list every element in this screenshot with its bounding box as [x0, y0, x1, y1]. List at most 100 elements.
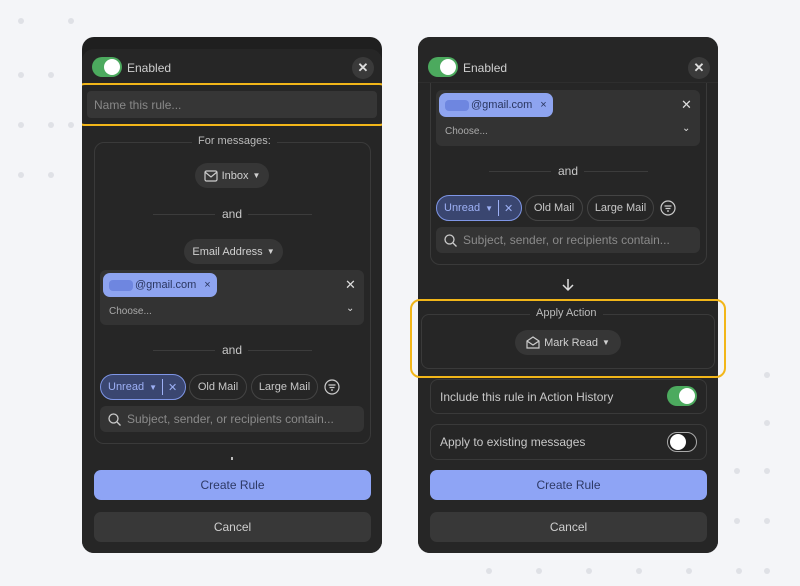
background-dot [18, 122, 24, 128]
background-dot [734, 518, 740, 524]
background-dot [764, 568, 770, 574]
background-dot [586, 568, 592, 574]
filter-label: Old Mail [197, 381, 239, 393]
field-dropdown[interactable]: Email Address ▼ [184, 239, 283, 264]
cancel-button[interactable]: Cancel [94, 512, 371, 542]
background-dot [764, 468, 770, 474]
search-placeholder: Subject, sender, or recipients contain..… [127, 412, 334, 426]
filter-icon[interactable] [660, 200, 676, 216]
filter-old-mail[interactable]: Old Mail [189, 374, 247, 400]
background-dot [536, 568, 542, 574]
apply-existing-row: Apply to existing messages [430, 424, 707, 460]
close-button[interactable]: ✕ [352, 57, 374, 79]
mailbox-label: Inbox [221, 169, 249, 182]
background-dot [18, 18, 24, 24]
email-chip: @gmail.com × [103, 273, 217, 297]
search-placeholder: Subject, sender, or recipients contain..… [463, 233, 670, 247]
background-dot [736, 568, 742, 574]
filter-unread[interactable]: Unread ▼ ✕ [100, 374, 186, 400]
background-dot [18, 172, 24, 178]
mailbox-dropdown[interactable]: Inbox ▼ [195, 163, 269, 188]
filter-large-mail[interactable]: Large Mail [251, 374, 318, 400]
choose-placeholder[interactable]: Choose... [109, 306, 152, 317]
email-chip: @gmail.com × [439, 93, 553, 117]
filter-large-mail[interactable]: Large Mail [587, 195, 654, 221]
scroll-indicator [231, 457, 233, 460]
background-dot [48, 122, 54, 128]
filter-label: Large Mail [594, 202, 647, 214]
background-dot [636, 568, 642, 574]
filter-label: Unread [444, 202, 481, 214]
redacted-name [445, 99, 469, 111]
rule-name-placeholder: Name this rule... [94, 97, 182, 112]
chip-remove-icon[interactable]: × [540, 99, 546, 111]
filter-icon[interactable] [324, 379, 340, 395]
create-rule-panel-right: Enabled ✕ @gmail.com × ✕ Choose... ⌄ and … [418, 37, 718, 553]
background-dot [48, 172, 54, 178]
background-dot [68, 18, 74, 24]
and-label: and [222, 207, 243, 221]
enabled-label: Enabled [127, 61, 172, 75]
filter-old-mail[interactable]: Old Mail [525, 195, 583, 221]
background-dot [734, 468, 740, 474]
email-chip-text: @gmail.com [135, 279, 197, 291]
chevron-down-icon: ▼ [149, 382, 157, 392]
background-dot [764, 420, 770, 426]
filter-unread[interactable]: Unread ▼ ✕ [436, 195, 522, 221]
chevron-down-icon: ▼ [485, 203, 493, 213]
include-history-label: Include this rule in Action History [440, 389, 614, 404]
envelope-icon [203, 169, 218, 182]
background-dot [68, 122, 74, 128]
create-rule-panel-left: Enabled ✕ Name this rule... For messages… [82, 37, 382, 553]
search-icon [108, 412, 121, 426]
background-dot [486, 568, 492, 574]
create-rule-label: Create Rule [200, 478, 265, 492]
chevron-down-icon: ▼ [266, 247, 275, 256]
apply-existing-toggle[interactable] [667, 432, 697, 452]
enabled-toggle[interactable] [92, 57, 122, 77]
cancel-button[interactable]: Cancel [430, 512, 707, 542]
rule-name-input[interactable]: Name this rule... [87, 91, 377, 118]
background-dot [18, 72, 24, 78]
close-icon: ✕ [357, 60, 369, 75]
cancel-label: Cancel [213, 520, 252, 534]
redacted-name [109, 279, 133, 291]
search-input[interactable]: Subject, sender, or recipients contain..… [100, 406, 364, 432]
create-rule-button[interactable]: Create Rule [94, 470, 371, 500]
chevron-down-icon: ▼ [252, 171, 261, 180]
field-label: Email Address [192, 245, 263, 258]
and-label: and [558, 164, 579, 178]
clear-emails-icon[interactable]: ✕ [345, 277, 356, 293]
create-rule-button[interactable]: Create Rule [430, 470, 707, 500]
arrow-down-icon [562, 279, 574, 292]
choose-placeholder[interactable]: Choose... [445, 126, 488, 137]
background-dot [764, 518, 770, 524]
highlight-frame [410, 299, 726, 378]
enabled-toggle[interactable] [428, 57, 458, 77]
search-icon [444, 233, 457, 247]
include-history-row: Include this rule in Action History [430, 379, 707, 414]
chip-remove-icon[interactable]: × [204, 279, 210, 291]
remove-filter-icon[interactable]: ✕ [168, 381, 177, 394]
remove-filter-icon[interactable]: ✕ [504, 202, 513, 215]
include-history-toggle[interactable] [667, 386, 697, 406]
background-dot [764, 372, 770, 378]
email-chip-text: @gmail.com [471, 99, 533, 111]
background-dot [48, 72, 54, 78]
clear-emails-icon[interactable]: ✕ [681, 97, 692, 113]
for-messages-label: For messages: [192, 135, 277, 147]
close-button[interactable]: ✕ [688, 57, 710, 79]
cancel-label: Cancel [549, 520, 588, 534]
enabled-label: Enabled [463, 61, 508, 75]
chevron-down-icon[interactable]: ⌄ [346, 303, 354, 314]
close-icon: ✕ [693, 60, 705, 75]
search-input[interactable]: Subject, sender, or recipients contain..… [436, 227, 700, 253]
apply-existing-label: Apply to existing messages [440, 435, 586, 449]
filter-label: Old Mail [533, 202, 575, 214]
create-rule-label: Create Rule [536, 478, 601, 492]
and-label: and [222, 343, 243, 357]
chevron-down-icon[interactable]: ⌄ [682, 123, 690, 134]
filter-label: Unread [108, 381, 145, 393]
background-dot [686, 568, 692, 574]
filter-label: Large Mail [258, 381, 311, 393]
